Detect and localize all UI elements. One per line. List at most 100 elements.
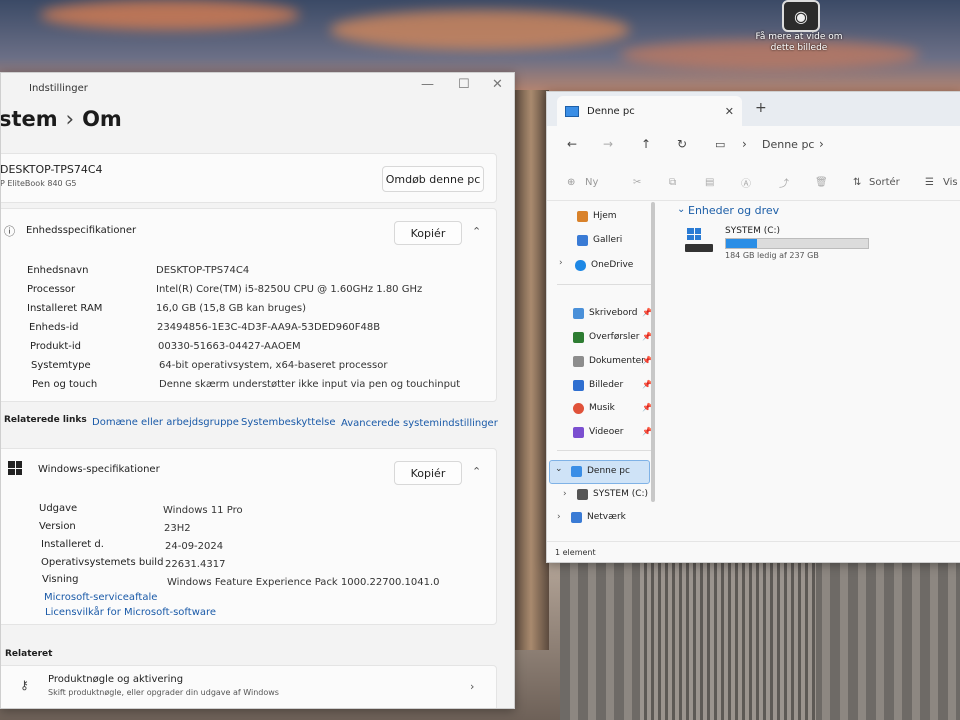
nav-videos[interactable]: Videoer xyxy=(573,423,623,441)
chevron-right-icon[interactable]: › xyxy=(563,489,567,499)
divider xyxy=(557,450,651,451)
drive-tile[interactable]: SYSTEM (C:) 184 GB ledig af 237 GB xyxy=(685,224,875,260)
refresh-icon[interactable]: ↻ xyxy=(677,137,687,151)
nav-documents[interactable]: Dokumenter xyxy=(573,352,645,370)
sort-button[interactable]: Sortér xyxy=(869,177,900,188)
chevron-up-icon[interactable]: ⌃ xyxy=(472,465,481,478)
rename-icon[interactable]: Ⓐ xyxy=(741,175,751,190)
copy-icon[interactable]: ⧉ xyxy=(669,177,676,188)
spotlight-caption[interactable]: Få mere at vide om dette billede xyxy=(754,32,844,54)
download-icon xyxy=(573,331,584,343)
link-advanced-settings[interactable]: Avancerede systemindstillinger xyxy=(341,418,498,429)
cut-icon[interactable]: ✂ xyxy=(633,177,641,188)
nav-label: Videoer xyxy=(589,427,624,437)
nav-label: SYSTEM (C:) xyxy=(593,489,649,499)
key-icon: ⚷ xyxy=(20,678,29,692)
nav-onedrive[interactable]: OneDrive xyxy=(575,256,633,274)
gallery-icon xyxy=(577,234,588,246)
content-pane: ⌄ Enheder og drev SYSTEM (C:) 184 GB led… xyxy=(661,202,960,542)
close-icon[interactable]: ✕ xyxy=(492,77,503,92)
rename-pc-button[interactable]: Omdøb denne pc xyxy=(382,166,484,192)
wallpaper-tower xyxy=(513,90,549,650)
link-license-terms[interactable]: Licensvilkår for Microsoft-software xyxy=(45,607,216,618)
nav-label: Hjem xyxy=(593,211,617,221)
drive-icon xyxy=(577,488,588,500)
product-key-card[interactable]: ⚷ Produktnøgle og aktivering Skift produ… xyxy=(1,665,497,708)
nav-network[interactable]: Netværk xyxy=(571,508,626,526)
view-button[interactable]: Vis xyxy=(943,177,958,188)
drive-usage-fill xyxy=(726,239,758,248)
link-system-protection[interactable]: Systembeskyttelse xyxy=(241,417,336,428)
settings-window: Indstillinger — ☐ ✕ stem › Om DESKTOP-TPS7… xyxy=(0,72,515,709)
monitor-icon: ▭ xyxy=(715,137,726,151)
group-title: Enheder og drev xyxy=(688,204,780,217)
windows-spec-label: Udgave xyxy=(39,503,78,514)
breadcrumb-separator: › xyxy=(65,107,75,131)
nav-desktop[interactable]: Skrivebord xyxy=(573,304,637,322)
forward-arrow-icon[interactable]: → xyxy=(603,137,613,151)
new-plus-icon[interactable]: ⊕ xyxy=(567,177,575,188)
nav-pictures[interactable]: Billeder xyxy=(573,376,623,394)
chevron-right-icon: › xyxy=(470,680,475,693)
back-arrow-icon[interactable]: ← xyxy=(567,137,577,151)
chevron-right-icon[interactable]: › xyxy=(559,258,563,268)
windows-spec-value: 22631.4317 xyxy=(165,559,226,570)
minimize-icon[interactable]: — xyxy=(421,77,434,92)
drive-name: SYSTEM (C:) xyxy=(725,226,781,236)
chevron-right-icon[interactable]: › xyxy=(557,512,561,522)
product-key-desc: Skift produktnøgle, eller opgrader din u… xyxy=(48,688,279,697)
wallpaper-cloud xyxy=(330,10,630,50)
info-icon: ⓘ xyxy=(4,225,15,238)
related-label: Relateret xyxy=(5,649,53,659)
nav-label: Overførsler xyxy=(589,332,640,342)
up-arrow-icon[interactable]: ↑ xyxy=(641,137,651,151)
monitor-icon xyxy=(565,105,579,117)
divider xyxy=(557,284,651,285)
link-domain[interactable]: Domæne eller arbejdsgruppe xyxy=(92,417,239,428)
share-icon[interactable]: ⤴ xyxy=(779,175,789,190)
windows-spec-label: Operativsystemets build xyxy=(41,557,164,568)
nav-scrollbar[interactable] xyxy=(651,202,655,502)
windows-spec-label: Visning xyxy=(42,574,79,585)
chevron-down-icon[interactable]: ⌄ xyxy=(677,204,685,215)
close-tab-icon[interactable]: ✕ xyxy=(725,105,734,118)
breadcrumb-parent[interactable]: stem xyxy=(1,107,58,131)
settings-window-title: Indstillinger xyxy=(29,82,88,94)
tab-this-pc[interactable]: Denne pc ✕ xyxy=(557,96,742,126)
home-icon xyxy=(577,210,588,222)
chevron-down-icon[interactable]: ⌄ xyxy=(555,464,563,474)
spec-value: 16,0 GB (15,8 GB kan bruges) xyxy=(156,303,307,314)
nav-music[interactable]: Musik xyxy=(573,399,615,417)
spec-label: Installeret RAM xyxy=(27,303,103,314)
related-links-label: Relaterede links xyxy=(4,415,87,425)
address-location[interactable]: Denne pc xyxy=(762,138,814,151)
nav-home[interactable]: Hjem xyxy=(577,207,617,225)
paste-icon[interactable]: ▤ xyxy=(705,177,714,188)
video-icon xyxy=(573,426,584,438)
copy-windows-specs-button[interactable]: Kopiér xyxy=(394,461,462,485)
copy-device-specs-button[interactable]: Kopiér xyxy=(394,221,462,245)
windows-spec-value: Windows 11 Pro xyxy=(163,505,243,516)
spotlight-camera-icon[interactable]: ◉ xyxy=(782,0,820,32)
nav-system-drive[interactable]: SYSTEM (C:) xyxy=(577,485,648,503)
picture-icon xyxy=(573,379,584,391)
new-button[interactable]: Ny xyxy=(585,177,598,188)
nav-gallery[interactable]: Galleri xyxy=(577,231,622,249)
item-count: 1 element xyxy=(555,547,596,557)
nav-this-pc[interactable]: Denne pc xyxy=(571,462,630,480)
link-service-agreement[interactable]: Microsoft-serviceaftale xyxy=(44,592,157,603)
windows-specs-title: Windows-specifikationer xyxy=(38,464,160,475)
nav-downloads[interactable]: Overførsler xyxy=(573,328,639,346)
device-specs-title: Enhedsspecifikationer xyxy=(26,225,137,236)
delete-icon[interactable]: 🗑 xyxy=(815,177,828,188)
chevron-up-icon[interactable]: ⌃ xyxy=(472,225,481,238)
page-title: Om xyxy=(82,107,122,131)
chevron-right-icon[interactable]: › xyxy=(819,137,824,151)
nav-label: Denne pc xyxy=(587,466,630,476)
spec-value: Intel(R) Core(TM) i5-8250U CPU @ 1.60GHz… xyxy=(156,284,423,295)
new-tab-button[interactable]: + xyxy=(755,100,767,116)
maximize-icon[interactable]: ☐ xyxy=(458,77,470,92)
nav-label: Skrivebord xyxy=(589,308,638,318)
desktop-icon xyxy=(573,307,584,319)
spec-label: Enhedsnavn xyxy=(27,265,89,276)
